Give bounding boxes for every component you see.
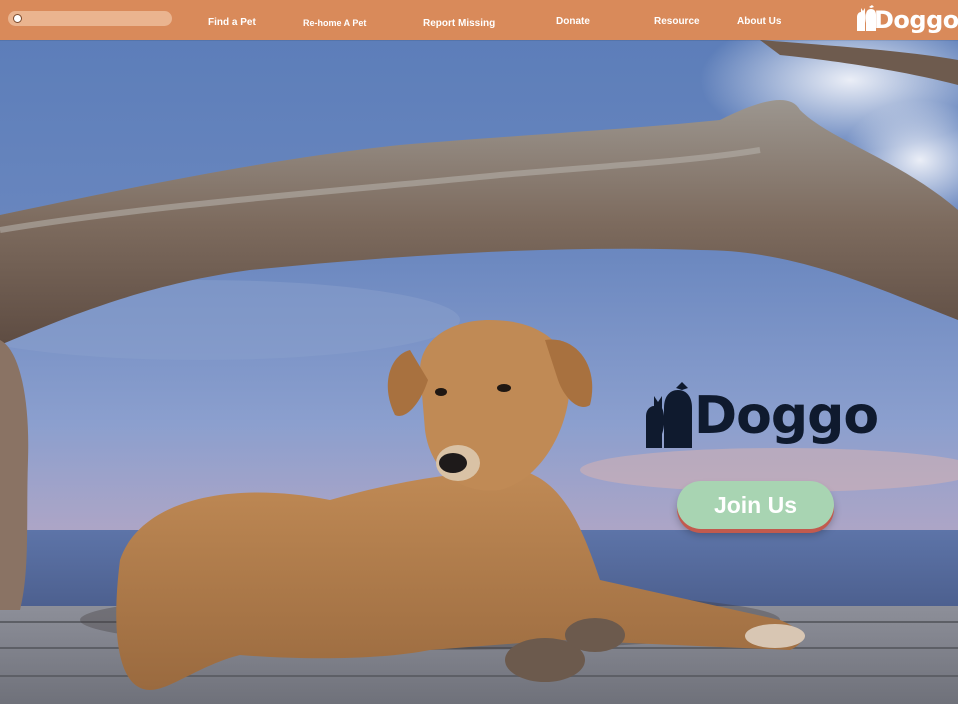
pets-silhouette-icon: [646, 382, 692, 448]
search-icon: [13, 14, 22, 23]
nav-item-donate[interactable]: Donate: [556, 16, 590, 27]
nav-item-re-home-a-pet[interactable]: Re-home A Pet: [303, 18, 366, 28]
search-input[interactable]: [8, 11, 172, 26]
hero-background-image: [0, 0, 958, 704]
join-us-button[interactable]: Join Us: [677, 481, 834, 529]
nav-item-resource[interactable]: Resource: [654, 16, 700, 27]
brand-name: Doggo: [874, 6, 958, 34]
nav-item-report-missing[interactable]: Report Missing: [423, 18, 495, 29]
top-nav-bar: Find a Pet Re-home A Pet Report Missing …: [0, 0, 958, 40]
hero-logo-text: Doggo: [694, 386, 879, 446]
nav-item-find-a-pet[interactable]: Find a Pet: [208, 17, 256, 28]
hero-logo: Doggo: [642, 382, 882, 454]
nav-item-about-us[interactable]: About Us: [737, 16, 781, 27]
